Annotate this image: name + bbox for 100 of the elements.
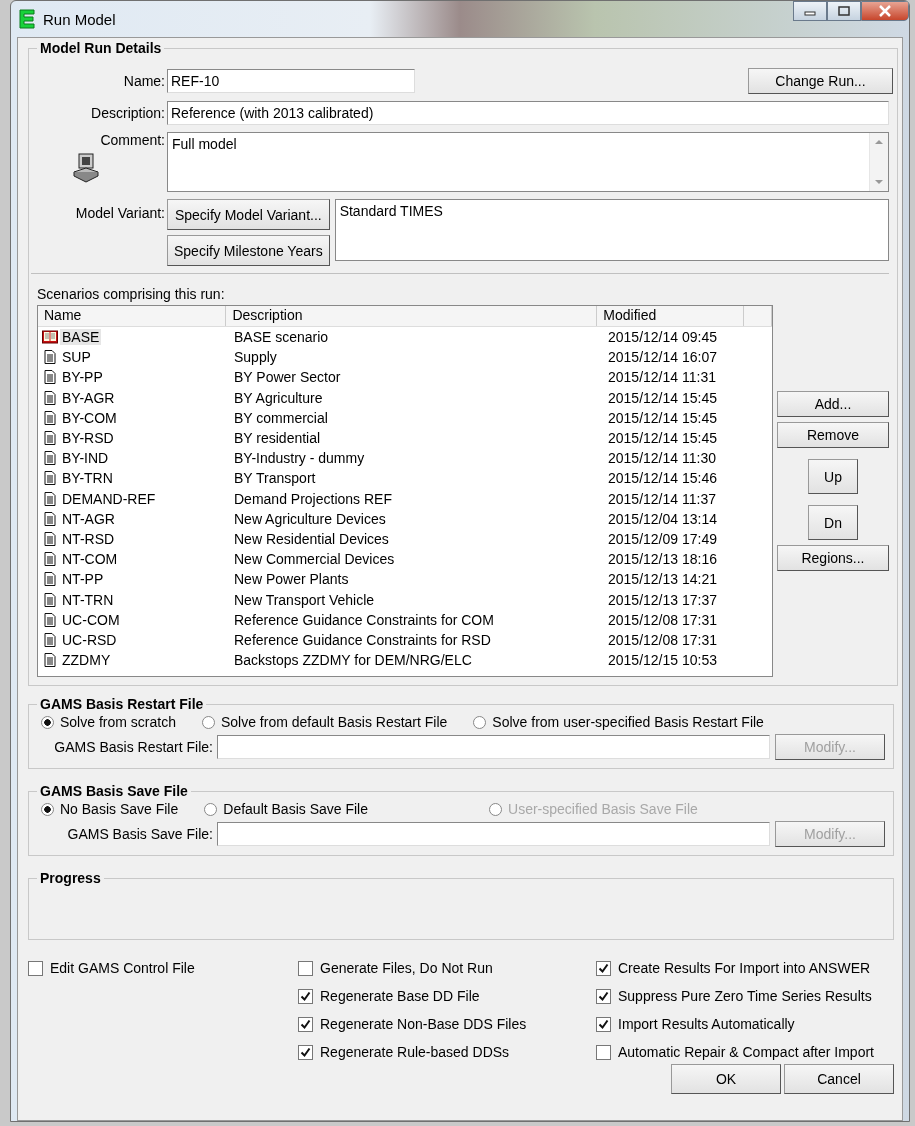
file-field[interactable] bbox=[217, 822, 770, 846]
scenario-description: Backstops ZZDMY for DEM/NRG/ELC bbox=[234, 652, 472, 669]
scenario-description: BY-Industry - dummy bbox=[234, 450, 365, 467]
checkbox-option[interactable]: Import Results Automatically bbox=[596, 1016, 874, 1032]
checkbox[interactable] bbox=[298, 1016, 313, 1032]
scenario-description: New Residential Devices bbox=[234, 530, 389, 547]
checkbox-option[interactable]: Generate Files, Do Not Run bbox=[298, 960, 596, 976]
scenario-description: BY commercial bbox=[234, 409, 328, 426]
scenario-name[interactable]: DEMAND-REF bbox=[60, 490, 158, 507]
scenario-name[interactable]: BY-RSD bbox=[60, 430, 116, 447]
description-field[interactable]: Reference (with 2013 calibrated) bbox=[167, 101, 889, 125]
document-icon bbox=[42, 632, 58, 647]
scenario-description: BY residential bbox=[234, 430, 321, 447]
scenario-modified: 2015/12/09 17:49 bbox=[608, 530, 717, 547]
scenario-name[interactable]: NT-AGR bbox=[60, 510, 117, 527]
column-header[interactable]: Modified bbox=[597, 306, 745, 326]
ok-button[interactable]: OK bbox=[671, 1064, 781, 1094]
minimize-button[interactable] bbox=[793, 1, 827, 21]
scenario-name[interactable]: BY-IND bbox=[60, 450, 111, 467]
checkbox[interactable] bbox=[28, 960, 43, 976]
checkbox[interactable] bbox=[596, 988, 611, 1004]
scenario-modified: 2015/12/14 15:45 bbox=[608, 389, 717, 406]
scroll-up-icon[interactable] bbox=[874, 139, 884, 145]
checkbox-option[interactable]: Create Results For Import into ANSWER bbox=[596, 960, 874, 976]
checkbox-option[interactable]: Regenerate Base DD File bbox=[298, 988, 596, 1004]
checkbox-option[interactable]: Regenerate Rule-based DDSs bbox=[298, 1044, 596, 1060]
checkbox-option[interactable]: Automatic Repair & Compact after Import bbox=[596, 1044, 874, 1060]
scenario-name[interactable]: UC-RSD bbox=[60, 631, 119, 648]
scenario-description: Reference Guidance Constraints for RSD bbox=[234, 631, 491, 648]
scenario-name[interactable]: BY-PP bbox=[60, 369, 105, 386]
column-header[interactable]: Description bbox=[226, 306, 598, 326]
remove-button[interactable]: Remove bbox=[777, 422, 889, 448]
scenario-modified: 2015/12/14 11:30 bbox=[608, 450, 716, 467]
scenario-description: Reference Guidance Constraints for COM bbox=[234, 611, 494, 628]
scenario-name[interactable]: UC-COM bbox=[60, 611, 122, 628]
field-label: Model Variant: bbox=[74, 205, 165, 221]
document-icon bbox=[42, 653, 58, 668]
radio-option[interactable]: Default Basis Save File bbox=[204, 801, 368, 817]
document-icon bbox=[42, 592, 58, 607]
checkbox[interactable] bbox=[298, 988, 313, 1004]
regions-button[interactable]: Regions... bbox=[777, 545, 889, 571]
scenario-description: Supply bbox=[234, 349, 277, 366]
scenario-modified: 2015/12/04 13:14 bbox=[608, 510, 717, 527]
checkbox[interactable] bbox=[298, 960, 313, 976]
scenario-modified: 2015/12/14 15:45 bbox=[608, 409, 717, 426]
scenario-name[interactable]: ZZDMY bbox=[60, 652, 113, 669]
down-button[interactable]: Dn bbox=[808, 505, 858, 540]
scenario-modified: 2015/12/13 17:37 bbox=[608, 591, 717, 608]
book-icon bbox=[42, 330, 58, 345]
scenario-name[interactable]: BY-AGR bbox=[60, 389, 117, 406]
checkbox[interactable] bbox=[596, 960, 611, 976]
document-icon bbox=[42, 471, 58, 486]
up-button[interactable]: Up bbox=[808, 459, 858, 494]
scenario-modified: 2015/12/14 15:45 bbox=[608, 430, 717, 447]
radio-option[interactable]: No Basis Save File bbox=[41, 801, 179, 817]
checkbox[interactable] bbox=[596, 1044, 611, 1060]
scenario-description: BY Power Sector bbox=[234, 369, 341, 386]
scrollbar[interactable] bbox=[869, 133, 888, 191]
maximize-button[interactable] bbox=[827, 1, 861, 21]
scenario-modified: 2015/12/13 18:16 bbox=[608, 551, 717, 568]
scenario-modified: 2015/12/15 10:53 bbox=[608, 652, 717, 669]
specify-milestone-button[interactable]: Specify Milestone Years bbox=[167, 235, 330, 266]
scenario-name[interactable]: BASE bbox=[60, 329, 102, 346]
radio-option[interactable]: Solve from user-specified Basis Restart File bbox=[473, 714, 764, 730]
scenario-description: New Agriculture Devices bbox=[234, 510, 386, 527]
scenario-name[interactable]: BY-TRN bbox=[60, 470, 115, 487]
scenario-description: New Transport Vehicle bbox=[234, 591, 375, 608]
document-icon bbox=[42, 572, 58, 587]
scenario-name[interactable]: SUP bbox=[60, 349, 93, 366]
add-button[interactable]: Add... bbox=[777, 391, 889, 417]
specify-variant-button[interactable]: Specify Model Variant... bbox=[167, 199, 330, 230]
scenario-name[interactable]: NT-RSD bbox=[60, 530, 117, 547]
variant-field[interactable]: Standard TIMES bbox=[334, 199, 889, 261]
file-field[interactable] bbox=[217, 735, 770, 759]
comment-text: Full model bbox=[171, 135, 238, 154]
name-field[interactable]: REF-10 bbox=[167, 69, 415, 93]
scenario-description: Demand Projections REF bbox=[234, 490, 392, 507]
radio-option[interactable]: Solve from scratch bbox=[41, 714, 176, 730]
checkbox[interactable] bbox=[298, 1044, 313, 1060]
scenario-name[interactable]: NT-PP bbox=[60, 571, 106, 588]
radio-option[interactable]: Solve from default Basis Restart File bbox=[201, 714, 448, 730]
close-button[interactable] bbox=[861, 1, 909, 21]
checkbox-option[interactable]: Edit GAMS Control File bbox=[28, 960, 298, 976]
scroll-down-icon[interactable] bbox=[874, 179, 884, 185]
scenario-modified: 2015/12/14 11:37 bbox=[608, 490, 716, 507]
change-run-button[interactable]: Change Run... bbox=[748, 68, 893, 94]
scenario-name[interactable]: BY-COM bbox=[60, 409, 119, 426]
document-icon bbox=[42, 350, 58, 365]
checkbox-option[interactable]: Regenerate Non-Base DDS Files bbox=[298, 1016, 596, 1032]
group-title: GAMS Basis Save File bbox=[39, 783, 189, 799]
cancel-button[interactable]: Cancel bbox=[784, 1064, 894, 1094]
checkbox[interactable] bbox=[596, 1016, 611, 1032]
group-title: Progress bbox=[39, 870, 102, 886]
scenario-modified: 2015/12/14 16:07 bbox=[608, 349, 717, 366]
scenario-modified: 2015/12/14 09:45 bbox=[608, 329, 717, 346]
checkbox-option[interactable]: Suppress Pure Zero Time Series Results bbox=[596, 988, 874, 1004]
scenario-name[interactable]: NT-COM bbox=[60, 551, 120, 568]
scenario-name[interactable]: NT-TRN bbox=[60, 591, 116, 608]
comment-field[interactable]: Full model bbox=[167, 132, 889, 192]
column-header[interactable]: Name bbox=[38, 306, 227, 326]
